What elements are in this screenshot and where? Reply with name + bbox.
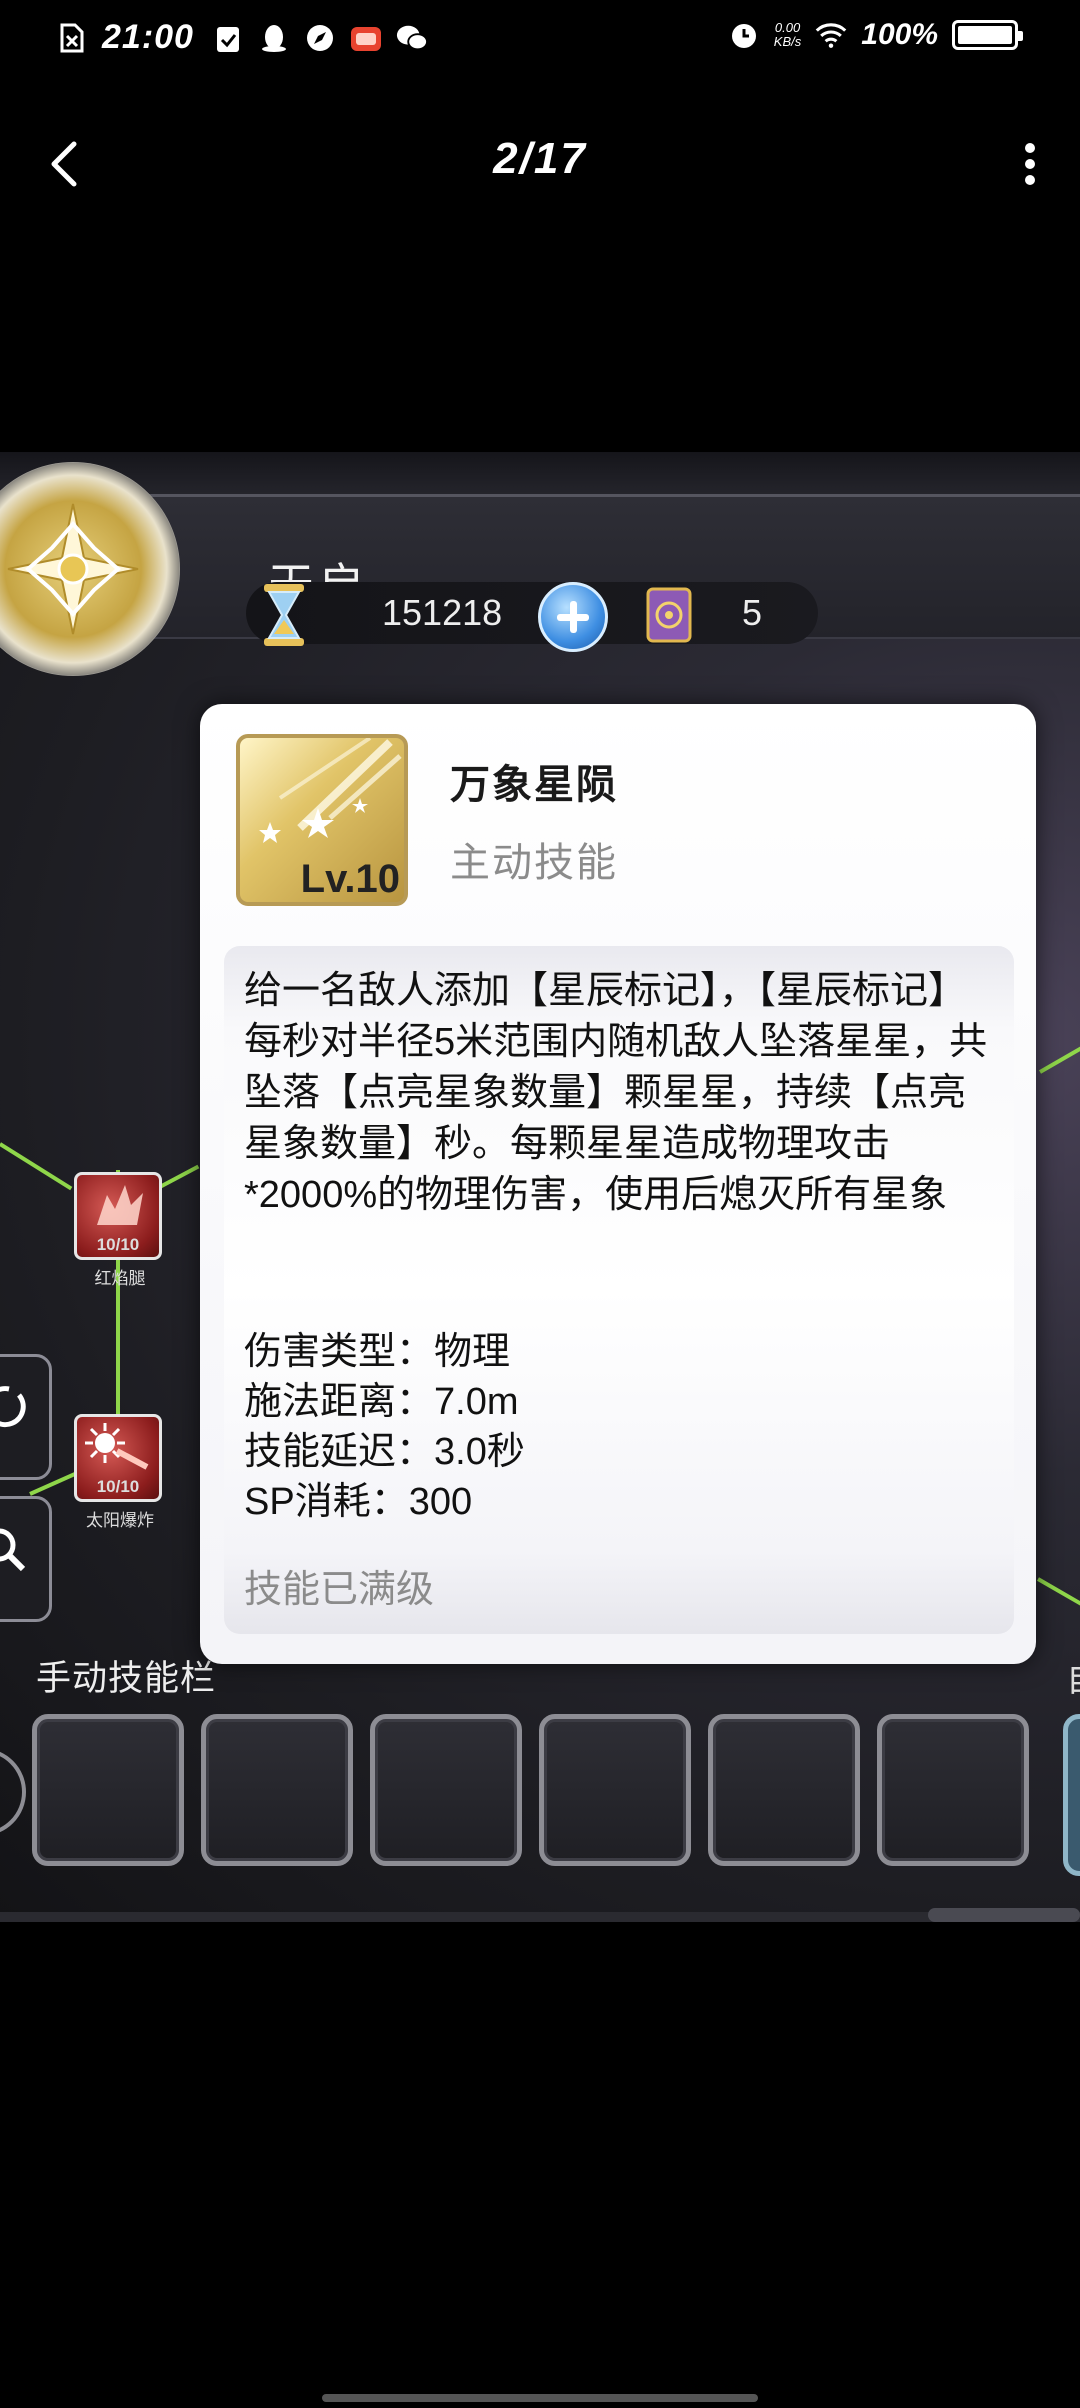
- battery-fill: [958, 26, 1012, 44]
- sun-burst-icon: [85, 1423, 149, 1470]
- battery-percent: 100%: [861, 18, 938, 51]
- falling-stars-icon: [259, 738, 402, 843]
- tree-line: [0, 1142, 73, 1191]
- tree-line: [1037, 1577, 1080, 1611]
- skill-book-icon: [644, 587, 694, 643]
- skill-description: 给一名敌人添加【星辰标记】，【星辰标记】每秒对半径5米范围内随机敌人坠落星星，共…: [244, 970, 988, 1216]
- skill-icon: Lv.10: [236, 734, 408, 906]
- file-x-icon: [56, 22, 88, 54]
- skill-slot[interactable]: [370, 1714, 522, 1866]
- skill-description-box: 给一名敌人添加【星辰标记】，【星辰标记】每秒对半径5米范围内随机敌人坠落星星，共…: [224, 946, 1014, 1634]
- scroll-handle[interactable]: [928, 1908, 1080, 1922]
- skill-max-level-status: 技能已满级: [244, 1569, 435, 1611]
- hourglass-icon: [260, 582, 308, 648]
- stat-cast-range: 施法距离：7.0m: [244, 1381, 519, 1423]
- skill-detail-card: Lv.10 万象星陨 主动技能 给一名敌人添加【星辰标记】，【星辰标记】每秒对半…: [200, 704, 1036, 1664]
- stat-sp-cost: SP消耗：300: [244, 1481, 473, 1523]
- manual-skill-bar-title: 手动技能栏: [36, 1659, 217, 1698]
- hourglass-count: 151218: [382, 592, 503, 633]
- skill-slot[interactable]: [539, 1714, 691, 1866]
- clipboard-check-icon: [212, 22, 244, 54]
- skill-level: Lv.10: [300, 857, 400, 901]
- tree-line: [1039, 1040, 1080, 1074]
- right-edge-label: 自: [1066, 1652, 1080, 1701]
- resource-bar: [246, 582, 818, 644]
- flame-kick-icon: [97, 1185, 143, 1225]
- skill-slot-next[interactable]: [1063, 1714, 1080, 1876]
- more-options-button[interactable]: [1000, 134, 1060, 194]
- skill-book-count: 5: [742, 592, 763, 633]
- status-time: 21:00: [102, 18, 194, 56]
- more-vertical-icon: [1025, 143, 1035, 185]
- home-indicator[interactable]: [322, 2394, 758, 2402]
- magnifier-icon: [0, 1528, 26, 1572]
- battery-icon: [952, 20, 1023, 50]
- page-counter: 2/17: [493, 134, 587, 183]
- bottom-strip: [0, 1912, 1080, 1922]
- skill-node-label: 红焰腿: [94, 1269, 146, 1288]
- side-search-button[interactable]: [0, 1496, 52, 1622]
- network-speed: 0.00 KB/s: [773, 20, 802, 49]
- skill-node-label: 太阳爆炸: [86, 1511, 154, 1530]
- star-emblem-icon: [7, 503, 139, 635]
- skill-name: 万象星陨: [450, 763, 618, 807]
- refresh-icon: [0, 1386, 26, 1428]
- app-badge-icon: [350, 22, 382, 54]
- top-nav: 2/17: [0, 120, 1080, 210]
- skill-slot[interactable]: [708, 1714, 860, 1866]
- skill-type: 主动技能: [450, 841, 618, 885]
- alarm-icon: [728, 19, 760, 51]
- wechat-icon: [396, 22, 428, 54]
- game-top-strip: [0, 452, 1080, 494]
- add-resource-button[interactable]: [538, 582, 608, 652]
- skill-slot[interactable]: [201, 1714, 353, 1866]
- skill-slot-partial[interactable]: [0, 1748, 26, 1836]
- skill-node-solar-blast[interactable]: 10/10: [74, 1414, 162, 1502]
- side-refresh-button[interactable]: [0, 1354, 52, 1480]
- wifi-icon: [815, 19, 847, 51]
- compass-icon: [304, 22, 336, 54]
- skill-node-level: 10/10: [96, 1235, 140, 1254]
- skill-node-level: 10/10: [96, 1477, 140, 1496]
- game-screenshot: 天启 151218 5 10/10 红焰腿 10/10 太阳爆炸: [0, 452, 1080, 1922]
- status-bar: 21:00 0.00 KB/s 100%: [0, 0, 1080, 84]
- stat-skill-delay: 技能延迟：3.0秒: [244, 1431, 525, 1473]
- qq-penguin-icon: [258, 22, 290, 54]
- skill-slot[interactable]: [32, 1714, 184, 1866]
- skill-node-red-flame-kick[interactable]: 10/10: [74, 1172, 162, 1260]
- stat-damage-type: 伤害类型：物理: [244, 1331, 511, 1373]
- skill-slot[interactable]: [877, 1714, 1029, 1866]
